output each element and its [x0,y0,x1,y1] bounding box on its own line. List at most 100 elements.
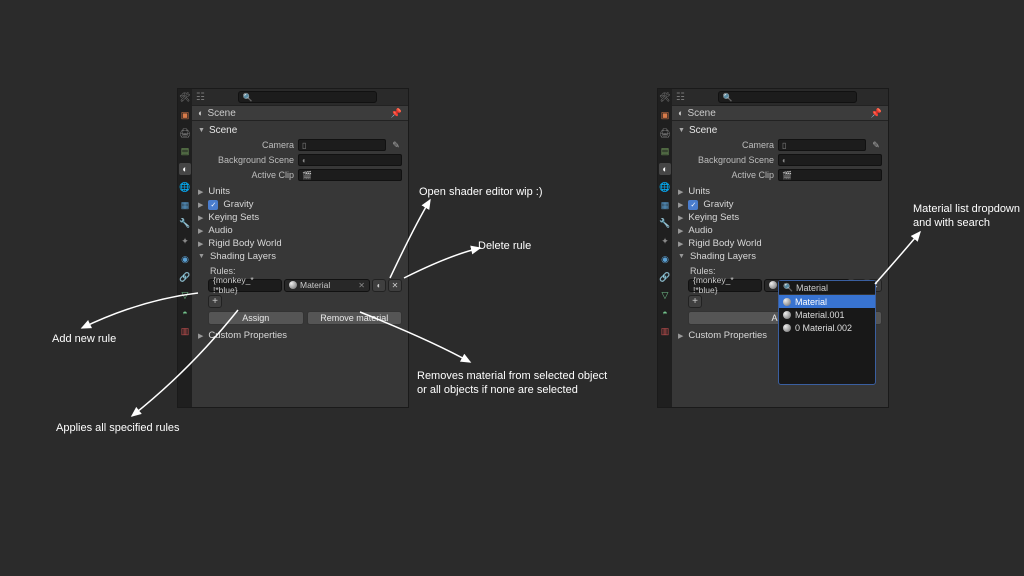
tab-particle-icon[interactable]: ✦ [659,235,671,247]
search-input[interactable] [255,92,372,102]
keying-row[interactable]: ▶Keying Sets [678,211,882,224]
rule-pattern-input[interactable]: {monkey_* !*blue} [688,279,762,292]
tab-material-icon[interactable]: ◓ [659,307,671,319]
scene-icon: ◐ [198,108,203,118]
camera-field[interactable]: ▯ [778,139,866,151]
pin-icon[interactable]: 📌 [391,108,402,119]
chevron-right-icon: ▶ [678,332,683,340]
gravity-checkbox[interactable]: ✓ [688,200,698,210]
search-icon: 🔍 [243,93,253,102]
breadcrumb-label: Scene [687,108,715,119]
tab-object-icon[interactable]: ▦ [179,199,191,211]
rule-pattern-input[interactable]: {monkey_* !*blue} [208,279,282,292]
chevron-down-icon: ▼ [678,253,685,260]
tab-render-icon[interactable]: ▣ [179,109,191,121]
background-field[interactable]: ◐ [778,154,882,166]
camera-icon: ▯ [302,141,306,150]
clip-field[interactable]: 🎬 [298,169,402,181]
tab-modifier-icon[interactable]: 🔧 [659,217,671,229]
dropdown-search-input[interactable] [796,283,913,293]
chevron-right-icon: ▶ [198,332,203,340]
remove-material-button[interactable]: Remove material [307,311,403,325]
panel-search[interactable]: 🔍 [718,91,858,103]
pin-icon[interactable]: 📌 [871,108,882,119]
add-rule-button[interactable]: + [688,295,702,308]
dropdown-item[interactable]: Material.001 [779,308,875,321]
tab-data-icon[interactable]: ▽ [659,289,671,301]
audio-row[interactable]: ▶Audio [198,224,402,237]
add-rule-button[interactable]: + [208,295,222,308]
panel-search[interactable]: 🔍 [238,91,378,103]
tab-scene-icon[interactable]: ◐ [179,163,191,175]
tab-data-icon[interactable]: ▽ [179,289,191,301]
chevron-down-icon: ▼ [198,127,205,134]
tab-output-icon[interactable]: 🖨 [659,127,671,139]
tab-constraint-icon[interactable]: 🔗 [659,271,671,283]
tab-material-icon[interactable]: ◓ [179,307,191,319]
audio-row[interactable]: ▶Audio [678,224,882,237]
keying-row[interactable]: ▶Keying Sets [198,211,402,224]
tab-physics-icon[interactable]: ◉ [659,253,671,265]
breadcrumb: ◐ Scene 📌 [192,105,408,121]
custom-row[interactable]: ▶ Custom Properties [198,329,402,342]
scene-collapser[interactable]: ▼ Scene [198,123,402,137]
search-input[interactable] [735,92,852,102]
scene-link-icon: ◐ [302,156,307,165]
tab-world-icon[interactable]: 🌐 [659,181,671,193]
gravity-row[interactable]: ▶✓Gravity [198,198,402,211]
tab-constraint-icon[interactable]: 🔗 [179,271,191,283]
tab-texture-icon[interactable]: ▥ [179,325,191,337]
scene-collapser[interactable]: ▼ Scene [678,123,882,137]
options-icon[interactable]: ☷ [676,92,685,103]
shading-row[interactable]: ▼Shading Layers [678,250,882,263]
background-row: Background Scene ◐ [208,153,402,167]
dropdown-item[interactable]: Material [779,295,875,308]
delete-rule-button[interactable]: ✕ [388,279,402,292]
tab-render-icon[interactable]: ▣ [659,109,671,121]
material-dropdown[interactable]: 🔍 Material Material.001 0 Material.002 [778,280,876,385]
custom-label: Custom Properties [208,330,287,341]
clip-field[interactable]: 🎬 [778,169,882,181]
tab-viewlayer-icon[interactable]: ▤ [179,145,191,157]
background-field[interactable]: ◐ [298,154,402,166]
rigid-label: Rigid Body World [208,238,281,249]
tab-tool-icon[interactable]: 🛠 [659,91,671,103]
dropdown-item[interactable]: 0 Material.002 [779,321,875,334]
units-row[interactable]: ▶Units [678,185,882,198]
clip-label: Active Clip [208,170,294,180]
rigid-row[interactable]: ▶Rigid Body World [198,237,402,250]
clear-icon[interactable]: ✕ [358,281,365,290]
tab-object-icon[interactable]: ▦ [659,199,671,211]
scene-section: ▼ Scene Camera ▯ ✎ Background Scene ◐ Ac… [192,121,408,185]
eyedropper-icon[interactable]: ✎ [870,140,882,151]
anno-applies: Applies all specified rules [56,422,180,436]
scene-section: ▼ Scene Camera ▯ ✎ Background Scene ◐ Ac… [672,121,888,185]
gravity-row[interactable]: ▶✓Gravity [678,198,882,211]
background-row: Background Scene ◐ [688,153,882,167]
camera-icon: ▯ [782,141,786,150]
panel-body: ☷ 🔍 ◐ Scene 📌 ▼ Scene Camera ▯ ✎ [192,89,408,407]
audio-label: Audio [208,225,232,236]
rigid-label: Rigid Body World [688,238,761,249]
camera-field[interactable]: ▯ [298,139,386,151]
gravity-checkbox[interactable]: ✓ [208,200,218,210]
assign-button[interactable]: Assign [208,311,304,325]
shading-row[interactable]: ▼Shading Layers [198,250,402,263]
tab-texture-icon[interactable]: ▥ [659,325,671,337]
shading-body: Rules: {monkey_* !*blue} Material ✕ ◐ ✕ … [198,266,402,325]
eyedropper-icon[interactable]: ✎ [390,140,402,151]
material-select[interactable]: Material ✕ [284,279,370,292]
tab-scene-icon[interactable]: ◐ [659,163,671,175]
tab-tool-icon[interactable]: 🛠 [179,91,191,103]
tab-modifier-icon[interactable]: 🔧 [179,217,191,229]
tab-viewlayer-icon[interactable]: ▤ [659,145,671,157]
tab-particle-icon[interactable]: ✦ [179,235,191,247]
tab-world-icon[interactable]: 🌐 [179,181,191,193]
units-row[interactable]: ▶Units [198,185,402,198]
rigid-row[interactable]: ▶Rigid Body World [678,237,882,250]
tab-physics-icon[interactable]: ◉ [179,253,191,265]
open-shader-button[interactable]: ◐ [372,279,386,292]
options-icon[interactable]: ☷ [196,92,205,103]
tab-output-icon[interactable]: 🖨 [179,127,191,139]
dropdown-search[interactable]: 🔍 [779,281,875,295]
